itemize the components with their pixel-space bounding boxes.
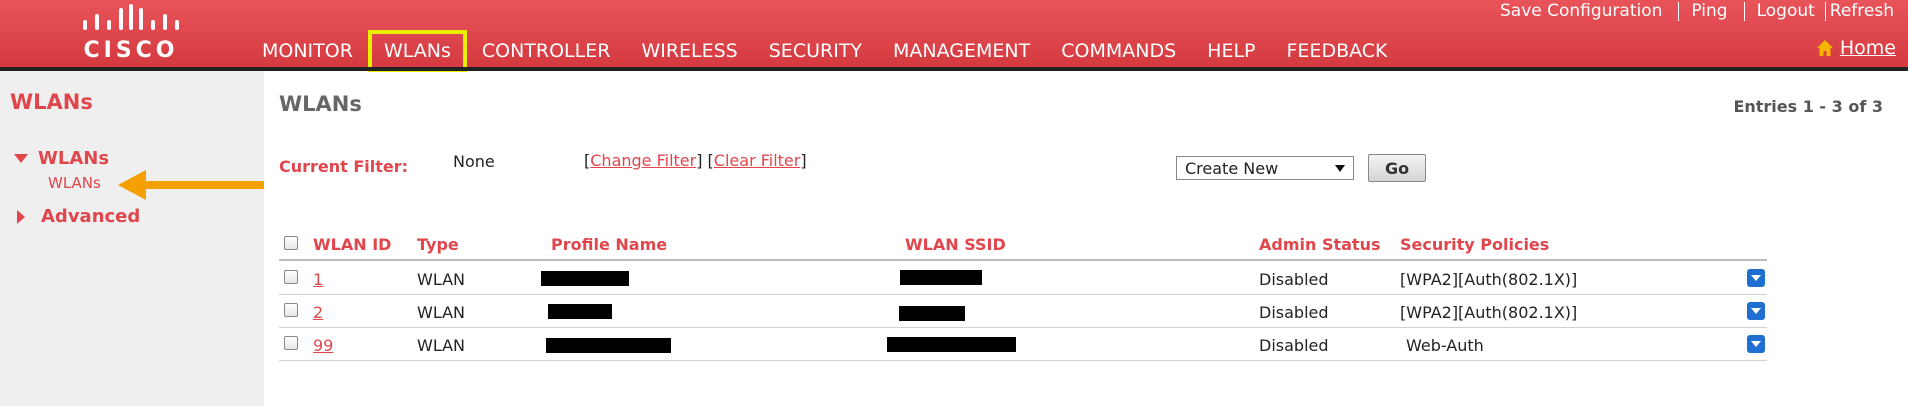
nav-management[interactable]: MANAGEMENT [893,40,1030,62]
divider [1824,1,1826,21]
home-link[interactable]: Home [1816,37,1896,59]
security-policies: Web-Auth [1406,336,1484,355]
redacted-profile-name [548,304,612,319]
row-divider [279,294,1767,295]
sidebar-item-wlans[interactable]: WLANs [48,174,101,192]
entries-count: Entries 1 - 3 of 3 [1733,97,1883,116]
redacted-ssid [900,270,982,285]
redacted-profile-name [541,271,629,286]
col-wlan-id[interactable]: WLAN ID [313,235,391,254]
col-type[interactable]: Type [417,235,459,254]
create-new-select-value: Create New [1185,158,1279,178]
main-nav: MONITOR WLANs CONTROLLER WIRELESS SECURI… [262,30,1419,72]
divider [1678,1,1680,21]
redacted-profile-name [546,338,671,353]
page-title: WLANs [279,92,362,116]
annotation-arrow-icon [118,170,264,200]
col-admin-status[interactable]: Admin Status [1259,235,1380,254]
divider [1743,1,1745,21]
logo-text: CISCO [83,38,179,63]
nav-help[interactable]: HELP [1207,40,1255,62]
cisco-logo: CISCO [78,2,184,63]
redacted-ssid [899,306,965,321]
clear-filter-link[interactable]: Clear Filter [714,151,801,170]
wlan-id-link[interactable]: 99 [313,336,333,355]
sidebar-section-advanced-label: Advanced [41,206,141,227]
wlan-type: WLAN [417,336,466,355]
home-label: Home [1839,37,1896,59]
admin-status: Disabled [1259,270,1329,289]
header-divider [0,67,1908,71]
save-configuration-link[interactable]: Save Configuration [1500,1,1662,21]
top-links: Save Configuration Ping Logout Refresh [1500,1,1894,21]
logout-link[interactable]: Logout [1757,1,1815,21]
security-policies: [WPA2][Auth(802.1X)] [1400,303,1578,322]
sidebar-section-wlans[interactable]: WLANs [14,148,109,169]
filter-links: [Change Filter] [Clear Filter] [584,151,807,170]
nav-monitor[interactable]: MONITOR [262,40,353,62]
table-header-divider [279,259,1767,261]
col-profile-name[interactable]: Profile Name [551,235,667,254]
go-button[interactable]: Go [1368,154,1426,182]
create-new-select[interactable]: Create New [1176,156,1354,180]
row-dropdown-icon[interactable] [1747,302,1765,320]
row-dropdown-icon[interactable] [1747,335,1765,353]
row-divider [279,360,1767,361]
cisco-bridge-icon [83,4,179,30]
ping-link[interactable]: Ping [1691,1,1727,21]
row-checkbox[interactable] [284,303,298,317]
row-checkbox[interactable] [284,336,298,350]
wlan-type: WLAN [417,303,466,322]
sidebar-section-wlans-label: WLANs [38,148,110,169]
wlan-type: WLAN [417,270,466,289]
wlan-id-link[interactable]: 1 [313,270,323,289]
row-dropdown-icon[interactable] [1747,269,1765,287]
current-filter-label: Current Filter: [279,157,409,176]
home-icon [1816,40,1833,56]
admin-status: Disabled [1259,303,1329,322]
col-wlan-ssid[interactable]: WLAN SSID [905,235,1006,254]
sidebar-section-advanced[interactable]: Advanced [14,206,140,227]
nav-wlans[interactable]: WLANs [367,30,467,72]
security-policies: [WPA2][Auth(802.1X)] [1400,270,1578,289]
sidebar-title: WLANs [10,90,93,114]
chevron-down-icon [1335,165,1345,172]
wlan-id-link[interactable]: 2 [313,303,323,322]
redacted-ssid [887,337,1016,352]
nav-security[interactable]: SECURITY [769,40,862,62]
row-checkbox[interactable] [284,270,298,284]
sidebar: WLANs WLANs WLANs Advanced [0,71,264,406]
caret-down-icon [14,154,28,163]
nav-commands[interactable]: COMMANDS [1061,40,1176,62]
current-filter-value: None [453,152,495,171]
nav-wireless[interactable]: WIRELESS [641,40,737,62]
col-security-policies[interactable]: Security Policies [1400,235,1549,254]
nav-feedback[interactable]: FEEDBACK [1287,40,1388,62]
nav-controller[interactable]: CONTROLLER [482,40,611,62]
row-divider [279,327,1767,328]
admin-status: Disabled [1259,336,1329,355]
refresh-link[interactable]: Refresh [1830,1,1894,21]
top-header: CISCO MONITOR WLANs CONTROLLER WIRELESS … [0,0,1908,72]
caret-right-icon [17,209,25,224]
change-filter-link[interactable]: Change Filter [590,151,696,170]
select-all-checkbox[interactable] [284,236,298,250]
